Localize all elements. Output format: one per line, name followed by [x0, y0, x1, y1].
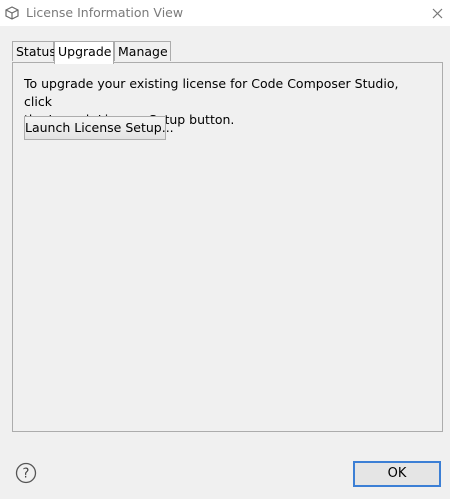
- upgrade-message-line-1: To upgrade your existing license for Cod…: [24, 76, 399, 109]
- svg-text:?: ?: [23, 467, 30, 482]
- title-bar: License Information View: [0, 0, 450, 26]
- upgrade-panel: To upgrade your existing license for Cod…: [12, 62, 443, 432]
- launch-license-setup-button[interactable]: Launch License Setup...: [24, 116, 174, 140]
- tab-status[interactable]: Status: [12, 41, 56, 61]
- ok-button[interactable]: OK: [353, 461, 441, 487]
- tab-upgrade[interactable]: Upgrade: [54, 41, 114, 64]
- tab-manage[interactable]: Manage: [114, 41, 171, 61]
- question-mark-icon[interactable]: ?: [15, 462, 37, 484]
- window-title: License Information View: [26, 5, 184, 20]
- license-dialog: License Information View Status Upgrade …: [0, 0, 450, 499]
- cube-icon: [5, 6, 19, 20]
- close-icon[interactable]: [426, 2, 448, 24]
